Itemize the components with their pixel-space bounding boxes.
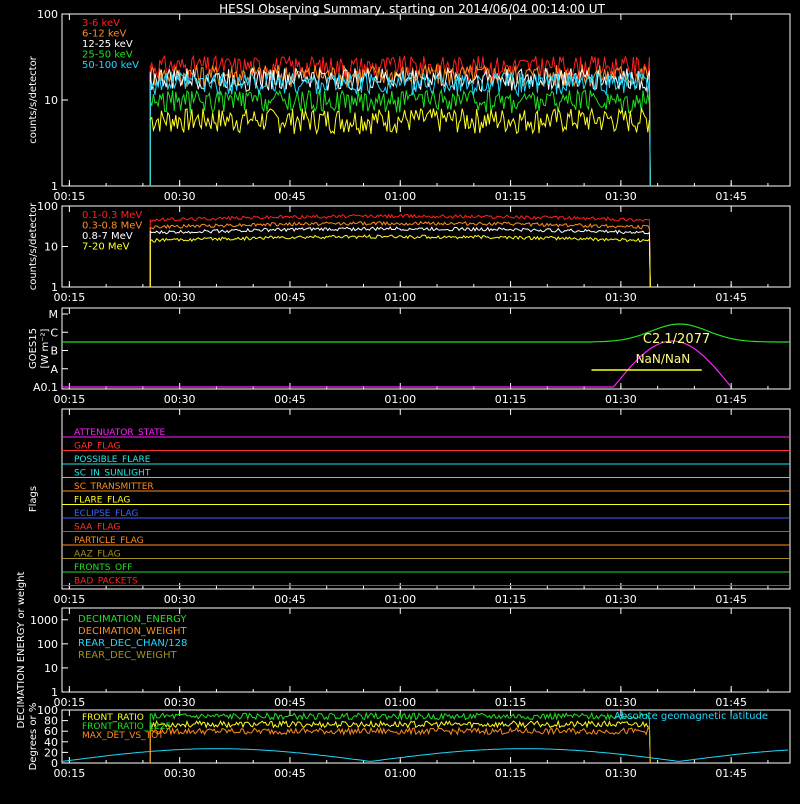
- series-line: [149, 107, 650, 136]
- x-tick-label: 00:15: [54, 696, 86, 709]
- panel-6: 00:15 00:30 00:45 01:00 01:15 01:30 01:45Degre…: [28, 703, 791, 780]
- observing-summary-figure: HESSI Observing Summary, starting on 201…: [0, 0, 800, 800]
- x-tick-label: 01:15: [495, 393, 527, 406]
- y-tick-label: 100: [37, 638, 58, 651]
- series-line: [149, 71, 651, 187]
- x-tick-label: 00:45: [274, 291, 306, 304]
- y-tick-label: 10: [44, 662, 58, 675]
- geomagnetic-latitude-line: [61, 748, 789, 762]
- legend-entry: 25-50 keV: [82, 50, 133, 61]
- x-tick-label: 00:45: [274, 767, 306, 780]
- x-tick-label: 01:30: [605, 393, 637, 406]
- y-axis-label: GOES15: [28, 328, 39, 369]
- x-tick-label: 01:45: [715, 190, 747, 203]
- legend-entry: 0.1-0.3 MeV: [82, 210, 142, 221]
- panel-4: 00:15 00:30 00:45 01:00 01:15 01:30 01:45 Flags…: [28, 408, 791, 606]
- x-tick-label: 01:30: [605, 696, 637, 709]
- x-tick-label: 01:15: [495, 767, 527, 780]
- x-tick-label: 00:30: [164, 696, 196, 709]
- y-tick-label: 1: [51, 180, 58, 193]
- legend-entry: 6-12 keV: [82, 29, 126, 40]
- x-tick-label: 01:45: [715, 393, 747, 406]
- legend-entry: REAR_DEC_WEIGHT: [78, 650, 177, 661]
- y-axis-label: DECIMATION ENERGY or weight: [16, 571, 27, 728]
- series-line: [149, 234, 651, 288]
- y-tick-label: 10: [44, 94, 58, 107]
- x-tick-label: 01:30: [605, 291, 637, 304]
- x-tick-label: 01:15: [495, 291, 527, 304]
- x-tick-label: 00:15: [54, 593, 86, 606]
- x-tick-label: 01:45: [715, 291, 747, 304]
- x-tick-label: 01:00: [384, 291, 416, 304]
- y-tick-label: B: [50, 345, 58, 358]
- legend-entry: 50-100 keV: [82, 60, 139, 71]
- goes-short-channel: [62, 340, 731, 388]
- y-axis-label: counts/s/detector: [28, 202, 39, 290]
- y-tick-label: 100: [37, 8, 58, 21]
- panel-2: 00:15 00:30 00:45 01:00 01:15 01:30 01:45 count…: [28, 200, 791, 304]
- y-tick-label: 100: [37, 200, 58, 213]
- series-line: [149, 719, 651, 764]
- x-tick-label: 00:30: [164, 190, 196, 203]
- x-tick-label: 01:45: [715, 696, 747, 709]
- x-tick-label: 00:30: [164, 291, 196, 304]
- y-tick-label: M: [49, 308, 59, 321]
- panel-1: 00:15 00:30 00:45 01:00 01:15 01:30 01:45 count…: [28, 8, 791, 203]
- x-tick-label: 01:30: [605, 593, 637, 606]
- series-line: [149, 88, 651, 187]
- legend-entry: 12-25 keV: [82, 39, 133, 50]
- x-tick-label: 01:30: [605, 767, 637, 780]
- series-line: [149, 220, 651, 288]
- series-line: [149, 711, 651, 764]
- x-tick-label: 01:45: [715, 767, 747, 780]
- x-tick-label: 00:30: [164, 593, 196, 606]
- x-tick-label: 01:15: [495, 696, 527, 709]
- geomagnetic-label: Absolute geomagnetic latitude: [614, 711, 768, 722]
- x-tick-label: 01:00: [384, 696, 416, 709]
- x-tick-label: 00:45: [274, 593, 306, 606]
- x-tick-label: 01:15: [495, 593, 527, 606]
- x-tick-label: 00:30: [164, 767, 196, 780]
- x-tick-label: 00:15: [54, 767, 86, 780]
- x-tick-label: 01:00: [384, 393, 416, 406]
- y-tick-label: 100: [37, 704, 58, 717]
- x-tick-label: 00:15: [54, 190, 86, 203]
- panel-frame: [61, 307, 791, 390]
- y-tick-label: 1000: [30, 614, 58, 627]
- flare-peak-annotation: NaN/NaN: [636, 352, 691, 366]
- y-tick-label: A0.1: [33, 381, 58, 394]
- legend-entry: 0.3-0.8 MeV: [82, 221, 142, 232]
- series-line: [149, 66, 651, 187]
- x-tick-label: 01:15: [495, 190, 527, 203]
- legend-entry: MAX_DET_VS_TOT: [82, 731, 164, 741]
- x-tick-label: 01:30: [605, 190, 637, 203]
- x-tick-label: 00:45: [274, 393, 306, 406]
- x-tick-label: 00:30: [164, 393, 196, 406]
- x-tick-label: 00:15: [54, 393, 86, 406]
- legend-entry: 3-6 keV: [82, 18, 120, 29]
- legend-entry: REAR_DEC_CHAN/128: [78, 638, 187, 649]
- x-tick-label: 00:45: [274, 696, 306, 709]
- summary-chart-svg: HESSI Observing Summary, starting on 201…: [16, 2, 791, 780]
- x-tick-label: 01:45: [715, 593, 747, 606]
- y-tick-label: A: [50, 363, 58, 376]
- legend-entry: DECIMATION_WEIGHT: [78, 626, 187, 637]
- legend-entry: DECIMATION_ENERGY: [78, 614, 187, 625]
- y-axis-label: Flags: [28, 486, 39, 512]
- x-tick-label: 01:00: [384, 767, 416, 780]
- panel-frame: [61, 408, 791, 590]
- panel-3: 00:15 00:30 00:45 01:00 01:15 01:30 01:45 GOES1…: [28, 307, 791, 406]
- x-tick-label: 00:45: [274, 190, 306, 203]
- x-tick-label: 01:00: [384, 190, 416, 203]
- y-tick-label: 1: [51, 686, 58, 699]
- x-tick-label: 00:15: [54, 291, 86, 304]
- x-tick-label: 01:00: [384, 593, 416, 606]
- y-tick-label: 1: [51, 281, 58, 294]
- y-axis-label: counts/s/detector: [28, 55, 39, 143]
- flare-class-annotation: C2.1/2077: [643, 332, 710, 347]
- y-tick-label: C: [50, 326, 58, 339]
- legend-entry: 0.8-7 MeV: [82, 231, 133, 242]
- legend-entry: 7-20 MeV: [82, 242, 130, 253]
- y-tick-label: 10: [44, 241, 58, 254]
